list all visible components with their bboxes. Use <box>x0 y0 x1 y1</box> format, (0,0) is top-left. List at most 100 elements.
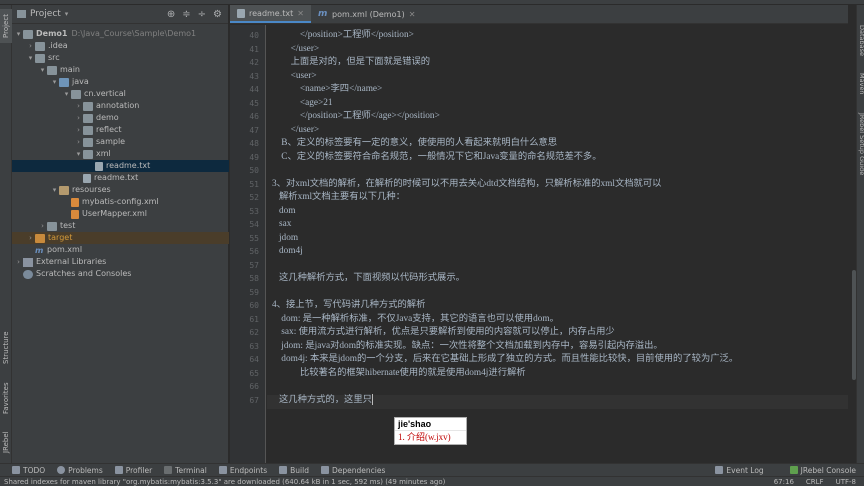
tree-item-annotation[interactable]: › annotation <box>12 100 229 112</box>
package-icon <box>71 89 81 99</box>
tree-item-pom[interactable]: m pom.xml <box>12 244 229 256</box>
line-number: 53 <box>249 206 259 216</box>
tab-pom[interactable]: m pom.xml (Demo1) ✕ <box>311 5 422 23</box>
line-number: 55 <box>249 233 259 243</box>
profiler-tool-button[interactable]: Profiler <box>114 466 152 475</box>
resources-folder-icon <box>59 185 69 195</box>
tree-item-sample[interactable]: › sample <box>12 136 229 148</box>
maven-icon: m <box>317 8 328 19</box>
editor-tab-bar: readme.txt ✕ m pom.xml (Demo1) ✕ <box>230 5 848 24</box>
jrebel-console-button[interactable]: JRebel Console <box>789 466 856 475</box>
text-file-icon <box>83 173 91 183</box>
code-line: 4、接上节，写代码讲几种方式的解析 <box>272 300 426 310</box>
ime-composition: jie'shao <box>395 418 466 431</box>
xml-file-icon <box>71 209 79 219</box>
endpoints-tool-button[interactable]: Endpoints <box>218 466 267 475</box>
line-number: 67 <box>249 395 259 405</box>
text-file-icon <box>237 8 245 18</box>
editor-area[interactable]: 40 41 42 43 44 45 46 47 48 49 50 51 52 53 54 55 56 57 58 59… <box>230 25 848 463</box>
tool-window-bar: TODO Problems Profiler Terminal Endpoint… <box>0 463 864 476</box>
maven-tool-tab[interactable]: Maven <box>856 73 864 95</box>
line-number: 66 <box>249 382 259 391</box>
event-log-button[interactable]: Event Log <box>715 466 764 475</box>
package-icon <box>83 149 93 159</box>
favorites-tool-tab[interactable]: Favorites <box>0 378 12 418</box>
ime-candidate-popup: jie'shao 1. 介绍(w.jxv) <box>394 417 467 445</box>
line-number: 48 <box>249 139 259 148</box>
close-icon[interactable]: ✕ <box>409 10 416 19</box>
caret-position[interactable]: 67:16 <box>774 478 794 486</box>
line-number: 46 <box>249 112 259 121</box>
tree-item-resourses[interactable]: ▾ resourses <box>12 184 229 196</box>
line-number: 61 <box>249 314 259 324</box>
tree-item-main[interactable]: ▾ main <box>12 64 229 76</box>
package-icon <box>83 125 93 135</box>
jrebel-tool-tab[interactable]: JRebel <box>0 428 12 456</box>
line-separator[interactable]: CRLF <box>806 478 824 486</box>
code-line: 这几种方式的，这里只 <box>272 393 373 405</box>
terminal-tool-button[interactable]: Terminal <box>164 466 207 475</box>
dependencies-tool-button[interactable]: Dependencies <box>320 466 385 475</box>
collapse-all-icon[interactable]: ≑ <box>182 9 190 20</box>
code-line: <name>李四</name> <box>272 84 383 94</box>
package-icon <box>83 137 93 147</box>
code-line: </position>工程师</position> <box>272 30 414 40</box>
code-line: <age>21 <box>272 97 333 108</box>
tree-item-test[interactable]: › test <box>12 220 229 232</box>
chevron-down-icon[interactable]: ▾ <box>65 10 69 18</box>
line-number: 50 <box>249 166 259 175</box>
code-line: 这几种解析方式，下面视频以代码形式展示。 <box>272 273 465 283</box>
line-number: 44 <box>249 85 259 94</box>
tab-readme[interactable]: readme.txt ✕ <box>230 5 311 23</box>
problems-tool-button[interactable]: Problems <box>57 466 103 475</box>
tree-item-usermapper[interactable]: UserMapper.xml <box>12 208 229 220</box>
line-number: 62 <box>249 328 259 337</box>
tree-item-cn-vertical[interactable]: ▾ cn.vertical <box>12 88 229 100</box>
code-line: </user> <box>272 43 320 54</box>
line-number: 63 <box>249 341 259 351</box>
jrebel-setup-tool-tab[interactable]: JRebel Setup Guide <box>856 113 864 175</box>
tree-item-xml[interactable]: ▾ xml <box>12 148 229 160</box>
source-folder-icon <box>59 77 69 87</box>
gear-icon[interactable]: ⚙ <box>213 9 222 20</box>
tree-item-idea[interactable]: › .idea <box>12 40 229 52</box>
line-number: 59 <box>249 287 259 297</box>
project-tool-tab[interactable]: Project <box>0 9 12 43</box>
code-line: dom: 是一种解析标准，不仅Java支持，其它的语言也可以使用dom。 <box>272 313 559 324</box>
tree-item-mybatis-config[interactable]: mybatis-config.xml <box>12 196 229 208</box>
project-panel-title[interactable]: Project <box>30 9 61 19</box>
code-line: dom4j: 本来是jdom的一个分支，后来在它基础上形成了独立的方式。而且性能… <box>272 354 739 364</box>
tree-item-target[interactable]: › target <box>12 232 229 244</box>
event-log-icon <box>715 466 724 474</box>
todo-tool-button[interactable]: TODO <box>12 466 45 475</box>
locate-icon[interactable]: ⊕ <box>167 9 175 20</box>
expand-all-icon[interactable]: ÷ <box>198 9 206 20</box>
folder-icon <box>47 221 57 231</box>
tree-item-src[interactable]: ▾ src <box>12 52 229 64</box>
tree-item-readme-xml[interactable]: readme.txt <box>12 160 229 172</box>
structure-tool-tab[interactable]: Structure <box>0 328 12 368</box>
file-encoding[interactable]: UTF-8 <box>836 478 856 486</box>
tree-item-demo1[interactable]: ▾ Demo1 D:\Java_Course\Sample\Demo1 <box>12 28 229 40</box>
build-tool-button[interactable]: Build <box>279 466 309 475</box>
tree-item-external-libraries[interactable]: › External Libraries <box>12 256 229 268</box>
tree-item-readme[interactable]: readme.txt <box>12 172 229 184</box>
close-icon[interactable]: ✕ <box>297 9 304 18</box>
tree-item-scratches[interactable]: Scratches and Consoles <box>12 268 229 280</box>
line-number: 49 <box>249 152 259 162</box>
package-icon <box>83 101 93 111</box>
tree-item-java[interactable]: ▾ java <box>12 76 229 88</box>
right-tool-strip: Database Maven JRebel Setup Guide <box>856 5 864 463</box>
status-message[interactable]: Shared indexes for maven library "org.my… <box>4 478 445 486</box>
database-tool-tab[interactable]: Database <box>856 25 864 56</box>
code-line: 3、对xml文档的解析，在解析的时候可以不用去关心dtd文档结构，只解析标准的x… <box>272 178 662 189</box>
list-icon <box>12 466 20 474</box>
line-number: 40 <box>249 31 259 40</box>
tree-item-demo[interactable]: › demo <box>12 112 229 124</box>
line-number: 64 <box>249 355 259 364</box>
profiler-icon <box>114 466 123 474</box>
tree-item-reflect[interactable]: › reflect <box>12 124 229 136</box>
project-panel-header: Project ▾ ⊕ ≑ ÷ ⚙ <box>12 5 228 24</box>
line-number: 47 <box>249 125 259 135</box>
ime-candidate[interactable]: 1. 介绍(w.jxv) <box>395 431 466 444</box>
